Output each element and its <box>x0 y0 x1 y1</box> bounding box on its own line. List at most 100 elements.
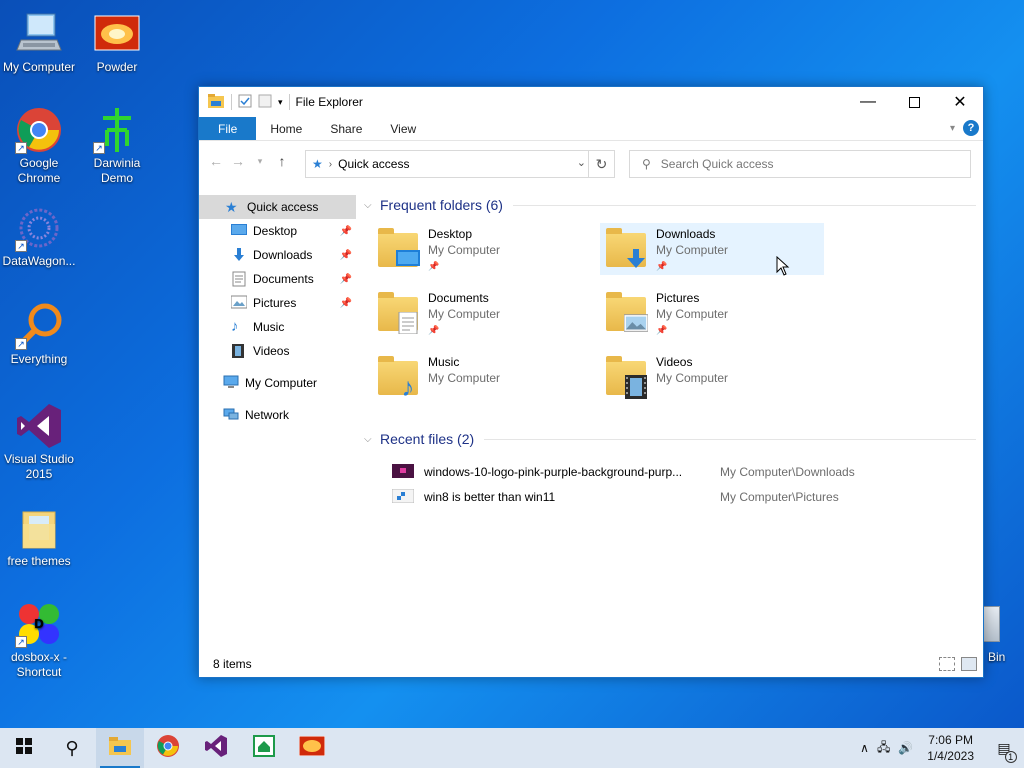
sidebar-item-pictures[interactable]: Pictures 📌 <box>199 291 356 315</box>
folder-tile-pictures[interactable]: Pictures My Computer 📌 <box>600 287 824 339</box>
taskbar-chrome[interactable] <box>144 728 192 768</box>
properties-icon[interactable] <box>238 94 252 111</box>
tab-share[interactable]: Share <box>316 117 376 140</box>
clock-date: 1/4/2023 <box>927 749 974 763</box>
folder-icon <box>15 504 63 552</box>
desktop-icon-my-computer[interactable]: My Computer <box>0 10 78 75</box>
address-dropdown-icon[interactable]: ⌄ <box>577 156 586 169</box>
sidebar-item-label: Music <box>253 320 285 334</box>
taskbar-powder[interactable] <box>288 728 336 768</box>
file-explorer-icon <box>108 736 132 761</box>
close-button[interactable]: ✕ <box>937 87 983 117</box>
action-center-button[interactable]: ▤ 1 <box>984 728 1024 768</box>
sidebar-item-videos[interactable]: Videos <box>199 339 356 363</box>
desktop-icon-everything[interactable]: ↗ Everything <box>0 302 78 367</box>
show-hidden-icons-button[interactable]: ∧ <box>856 741 873 755</box>
folder-tile-videos[interactable]: Videos My Computer <box>600 351 824 403</box>
sidebar-item-downloads[interactable]: Downloads 📌 <box>199 243 356 267</box>
desktop-icon-chrome[interactable]: ↗ Google Chrome <box>0 106 78 186</box>
ribbon-right-controls: ▾ ? <box>950 120 979 136</box>
folder-tile-downloads[interactable]: Downloads My Computer 📌 <box>600 223 824 275</box>
desktop-icon-darwinia[interactable]: ↗ Darwinia Demo <box>78 106 156 186</box>
desktop-icon-free-themes[interactable]: free themes <box>0 504 78 569</box>
desktop-icon-visual-studio[interactable]: Visual Studio 2015 <box>0 402 78 482</box>
forward-button[interactable]: → <box>227 150 249 172</box>
taskbar-app-green[interactable] <box>240 728 288 768</box>
volume-icon[interactable]: 🔊 <box>894 741 917 755</box>
customize-toolbar-icon[interactable]: ▾ <box>278 97 283 108</box>
recent-files-header[interactable]: ⌵ Recent files (2) <box>364 429 976 449</box>
pin-icon[interactable]: 📌 <box>340 298 352 309</box>
address-bar[interactable]: ★ › Quick access ⌄ ↻ <box>305 150 615 178</box>
new-folder-icon[interactable] <box>258 94 272 111</box>
refresh-button[interactable]: ↻ <box>588 151 614 177</box>
breadcrumb-location[interactable]: Quick access <box>338 157 409 171</box>
large-icons-view-icon[interactable] <box>961 657 977 671</box>
tab-file[interactable]: File <box>199 117 257 140</box>
sidebar-item-desktop[interactable]: Desktop 📌 <box>199 219 356 243</box>
expand-ribbon-button[interactable]: ▾ <box>950 123 955 134</box>
folder-tile-desktop[interactable]: Desktop My Computer 📌 <box>372 223 596 275</box>
search-input[interactable]: ⚲ Search Quick access <box>629 150 971 178</box>
desktop-icon-dosbox[interactable]: D ↗ dosbox-x - Shortcut <box>0 600 78 680</box>
quick-access-star-icon: ★ <box>225 199 238 215</box>
maximize-button[interactable] <box>891 87 937 117</box>
sidebar-item-quick-access[interactable]: ★ Quick access <box>199 195 356 219</box>
sidebar-item-label: Desktop <box>253 224 298 238</box>
pin-icon[interactable]: 📌 <box>340 250 352 261</box>
computer-icon <box>223 375 239 391</box>
search-placeholder: Search Quick access <box>660 157 774 171</box>
desktop-icon-label: Everything <box>10 352 68 366</box>
shortcut-arrow-icon: ↗ <box>93 142 105 154</box>
clock[interactable]: 7:06 PM 1/4/2023 <box>917 732 984 764</box>
tab-view[interactable]: View <box>376 117 430 140</box>
details-view-icon[interactable] <box>939 657 955 671</box>
folder-location: My Computer <box>656 371 729 385</box>
documents-folder-icon <box>378 291 420 335</box>
sidebar-item-network[interactable]: Network <box>199 403 356 427</box>
frequent-folders-header[interactable]: ⌵ Frequent folders (6) <box>364 195 976 215</box>
recent-file-row[interactable]: windows-10-logo-pink-purple-background-p… <box>392 461 952 483</box>
chevron-down-icon: ⌵ <box>364 433 372 445</box>
desktop-icon-powder[interactable]: Powder <box>78 10 156 75</box>
sidebar-item-music[interactable]: ♪ Music <box>199 315 356 339</box>
sidebar-item-label: Videos <box>253 344 290 358</box>
search-button[interactable]: ⚲ <box>48 728 96 768</box>
group-divider <box>484 438 976 440</box>
title-bar[interactable]: ▾ File Explorer — ✕ <box>199 87 983 117</box>
desktop-icon-datawagon[interactable]: ↗ DataWagon... <box>0 204 78 269</box>
network-tray-icon[interactable]: 🖧 <box>873 738 894 759</box>
sidebar-item-documents[interactable]: Documents 📌 <box>199 267 356 291</box>
pin-icon[interactable]: 📌 <box>340 226 352 237</box>
back-arrow-icon: ← <box>209 153 223 169</box>
clock-time: 7:06 PM <box>928 733 973 747</box>
visual-studio-icon <box>204 734 228 763</box>
folder-tile-music[interactable]: ♪ Music My Computer <box>372 351 596 403</box>
start-button[interactable] <box>0 728 48 768</box>
taskbar-visual-studio[interactable] <box>192 728 240 768</box>
recent-locations-button[interactable]: ▾ <box>249 150 271 172</box>
pictures-folder-icon <box>606 291 648 335</box>
tab-home[interactable]: Home <box>256 117 316 140</box>
help-icon[interactable]: ? <box>963 120 979 136</box>
recent-file-name: windows-10-logo-pink-purple-background-p… <box>424 465 683 479</box>
recent-file-row[interactable]: win8 is better than win11 My Computer\Pi… <box>391 486 952 508</box>
explorer-folder-icon <box>207 93 225 112</box>
search-icon: ⚲ <box>65 737 79 758</box>
sidebar-item-label: Documents <box>253 272 314 286</box>
image-file-icon <box>392 463 414 481</box>
minimize-button[interactable]: — <box>845 87 891 117</box>
quick-access-toolbar: ▾ <box>199 93 290 112</box>
up-button[interactable]: ↑ <box>271 150 293 172</box>
back-button[interactable]: ← <box>205 150 227 172</box>
everything-icon: ↗ <box>15 302 63 350</box>
sidebar-item-my-computer[interactable]: My Computer <box>199 371 356 395</box>
recent-file-path: My Computer\Downloads <box>720 465 855 479</box>
pin-icon[interactable]: 📌 <box>340 274 352 285</box>
sidebar-item-label: Downloads <box>253 248 313 262</box>
pin-icon: 📌 <box>656 261 668 271</box>
up-arrow-icon: ↑ <box>278 153 286 169</box>
music-folder-icon: ♪ <box>378 355 420 402</box>
taskbar-file-explorer[interactable] <box>96 728 144 768</box>
folder-tile-documents[interactable]: Documents My Computer 📌 <box>372 287 596 339</box>
